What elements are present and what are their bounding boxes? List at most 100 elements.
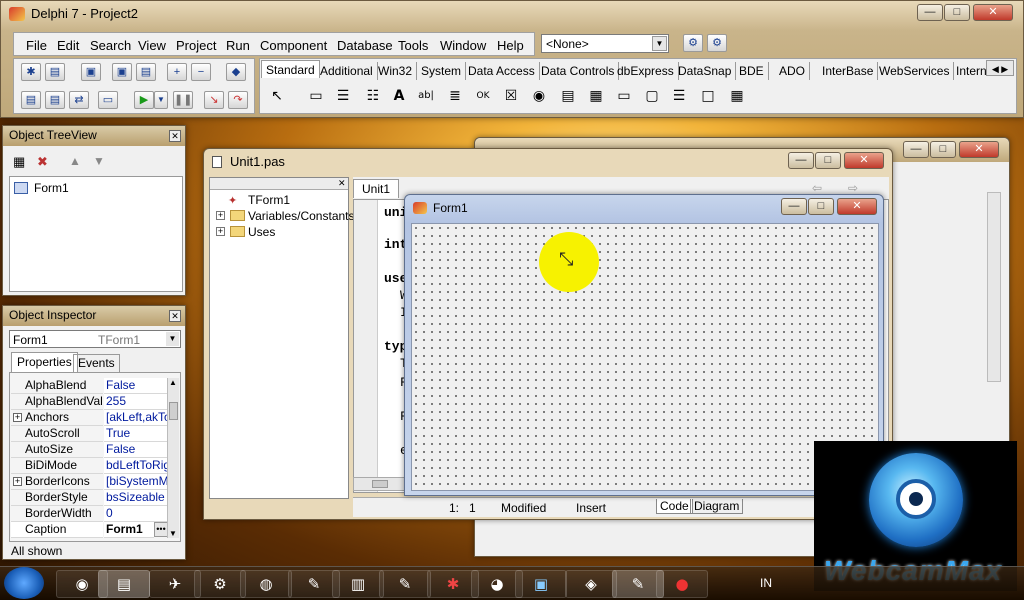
- button-icon[interactable]: OK: [472, 85, 494, 107]
- palette-tab-win32[interactable]: Win32: [374, 62, 418, 80]
- close-button[interactable]: ✕: [837, 198, 877, 215]
- pointer-icon[interactable]: ↖: [266, 85, 288, 107]
- palette-tab-dbexpress[interactable]: dbExpress: [613, 62, 679, 80]
- explorer-node-tform1[interactable]: TForm1: [248, 193, 290, 207]
- horizontal-scrollbar[interactable]: [353, 477, 405, 491]
- property-value[interactable]: bsSizeable: [104, 490, 176, 506]
- property-row-selected[interactable]: Caption Form1 •••: [11, 522, 178, 538]
- taskbar-app2-icon[interactable]: ◈: [565, 570, 617, 598]
- menu-window[interactable]: Window: [440, 38, 486, 53]
- minimize-button[interactable]: —: [788, 152, 814, 169]
- chevron-down-icon[interactable]: ▼: [166, 332, 179, 346]
- save-all-icon[interactable]: ▣: [112, 63, 132, 81]
- palette-tab-internet[interactable]: Intern: [952, 62, 991, 80]
- palette-tab-system[interactable]: System: [417, 62, 467, 80]
- groupbox-icon[interactable]: ▢: [641, 85, 663, 107]
- tab-properties[interactable]: Properties: [11, 352, 78, 372]
- palette-tab-standard[interactable]: Standard: [261, 60, 320, 78]
- new-form-icon[interactable]: ▭: [98, 91, 118, 109]
- explorer-node-uses[interactable]: Uses: [248, 225, 275, 239]
- palette-scroll-icon[interactable]: ◀ ▶: [986, 60, 1014, 76]
- close-button[interactable]: ✕: [959, 141, 999, 158]
- radiogroup-icon[interactable]: ☰: [668, 85, 690, 107]
- scroll-thumb[interactable]: [372, 480, 388, 488]
- run-icon[interactable]: ▶: [134, 91, 154, 109]
- expand-icon[interactable]: +: [216, 227, 225, 236]
- step-over-icon[interactable]: ↷: [228, 91, 248, 109]
- tree-node-form1[interactable]: Form1: [34, 181, 69, 195]
- close-icon[interactable]: ✕: [169, 310, 181, 322]
- property-row[interactable]: + Anchors [akLeft,akTo: [11, 410, 178, 426]
- save-icon[interactable]: ▣: [81, 63, 101, 81]
- menu-search[interactable]: Search: [90, 38, 131, 53]
- palette-tab-webservices[interactable]: WebServices: [875, 62, 955, 80]
- property-value[interactable]: False: [104, 378, 176, 394]
- property-row[interactable]: BorderStyle bsSizeable: [11, 490, 178, 506]
- new-icon[interactable]: ✱: [21, 63, 41, 81]
- property-row[interactable]: AutoSize False: [11, 442, 178, 458]
- menu-tools[interactable]: Tools: [398, 38, 428, 53]
- property-value[interactable]: [akLeft,akTo: [104, 410, 176, 426]
- pause-icon[interactable]: ❚❚: [173, 91, 193, 109]
- property-row[interactable]: AlphaBlendValu 255: [11, 394, 178, 410]
- taskbar-m-app-icon[interactable]: ▣: [515, 570, 567, 598]
- remove-file-icon[interactable]: −: [191, 63, 211, 81]
- background-scrollbar[interactable]: [987, 192, 1001, 382]
- palette-tab-data-access[interactable]: Data Access: [464, 62, 540, 80]
- palette-tab-additional[interactable]: Additional: [316, 62, 378, 80]
- scrollbar-icon[interactable]: ▭: [613, 85, 635, 107]
- tab-diagram[interactable]: Diagram: [690, 499, 744, 514]
- explorer-node-variables[interactable]: Variables/Constants: [248, 209, 355, 223]
- palette-tab-ado[interactable]: ADO: [775, 62, 811, 80]
- menu-edit[interactable]: Edit: [57, 38, 79, 53]
- frame-icon[interactable]: ▭: [305, 85, 327, 107]
- run-dropdown-icon[interactable]: ▼: [154, 91, 168, 109]
- open-icon[interactable]: ▤: [45, 63, 65, 81]
- label-icon[interactable]: A: [388, 85, 410, 107]
- add-file-icon[interactable]: +: [167, 63, 187, 81]
- nav-forward-icon[interactable]: ⇨: [848, 181, 858, 195]
- minimize-button[interactable]: —: [903, 141, 929, 158]
- edit-icon[interactable]: ab|: [415, 85, 437, 107]
- property-value[interactable]: bdLeftToRigh: [104, 458, 176, 474]
- minimize-button[interactable]: —: [917, 4, 943, 21]
- taskbar-recorder-icon[interactable]: ●: [656, 570, 708, 598]
- memo-icon[interactable]: ≣: [444, 85, 466, 107]
- save-desktop-icon[interactable]: ⚙: [683, 34, 703, 52]
- mainmenu-icon[interactable]: ☰: [332, 85, 354, 107]
- taskbar-network-icon[interactable]: ⚙: [194, 570, 246, 598]
- panel-icon[interactable]: □: [697, 85, 719, 107]
- property-value[interactable]: Form1: [104, 522, 154, 538]
- palette-tab-data-controls[interactable]: Data Controls: [537, 62, 620, 80]
- menu-file[interactable]: File: [26, 38, 47, 53]
- trace-into-icon[interactable]: ↘: [204, 91, 224, 109]
- desktop-combo[interactable]: <None> ▼: [541, 34, 669, 53]
- help-icon[interactable]: ◆: [226, 63, 246, 81]
- property-row[interactable]: AlphaBlend False: [11, 378, 178, 394]
- menu-view[interactable]: View: [138, 38, 166, 53]
- combobox-icon[interactable]: ▦: [585, 85, 607, 107]
- minimize-button[interactable]: —: [781, 198, 807, 215]
- move-down-icon[interactable]: ▼: [93, 154, 105, 168]
- menu-help[interactable]: Help: [497, 38, 524, 53]
- taskbar-delphi2-icon[interactable]: ✎: [379, 570, 431, 598]
- radiobutton-icon[interactable]: ◉: [528, 85, 550, 107]
- expand-icon[interactable]: +: [216, 211, 225, 220]
- chevron-down-icon[interactable]: ▼: [652, 36, 667, 51]
- menu-run[interactable]: Run: [226, 38, 250, 53]
- listbox-icon[interactable]: ▤: [557, 85, 579, 107]
- palette-tab-datasnap[interactable]: DataSnap: [674, 62, 737, 80]
- maximize-button[interactable]: □: [944, 4, 970, 21]
- property-value[interactable]: 255: [104, 394, 176, 410]
- taskbar-explorer-icon[interactable]: ▤: [98, 570, 150, 598]
- close-button[interactable]: ✕: [973, 4, 1013, 21]
- view-unit-icon[interactable]: ▤: [21, 91, 41, 109]
- popupmenu-icon[interactable]: ☷: [362, 85, 384, 107]
- open-project-icon[interactable]: ▤: [136, 63, 156, 81]
- property-value[interactable]: False: [104, 442, 176, 458]
- scroll-thumb[interactable]: [169, 402, 178, 420]
- close-button[interactable]: ✕: [844, 152, 884, 169]
- close-icon[interactable]: ✕: [169, 130, 181, 142]
- language-indicator[interactable]: IN: [760, 576, 772, 590]
- property-row[interactable]: BiDiMode bdLeftToRigh: [11, 458, 178, 474]
